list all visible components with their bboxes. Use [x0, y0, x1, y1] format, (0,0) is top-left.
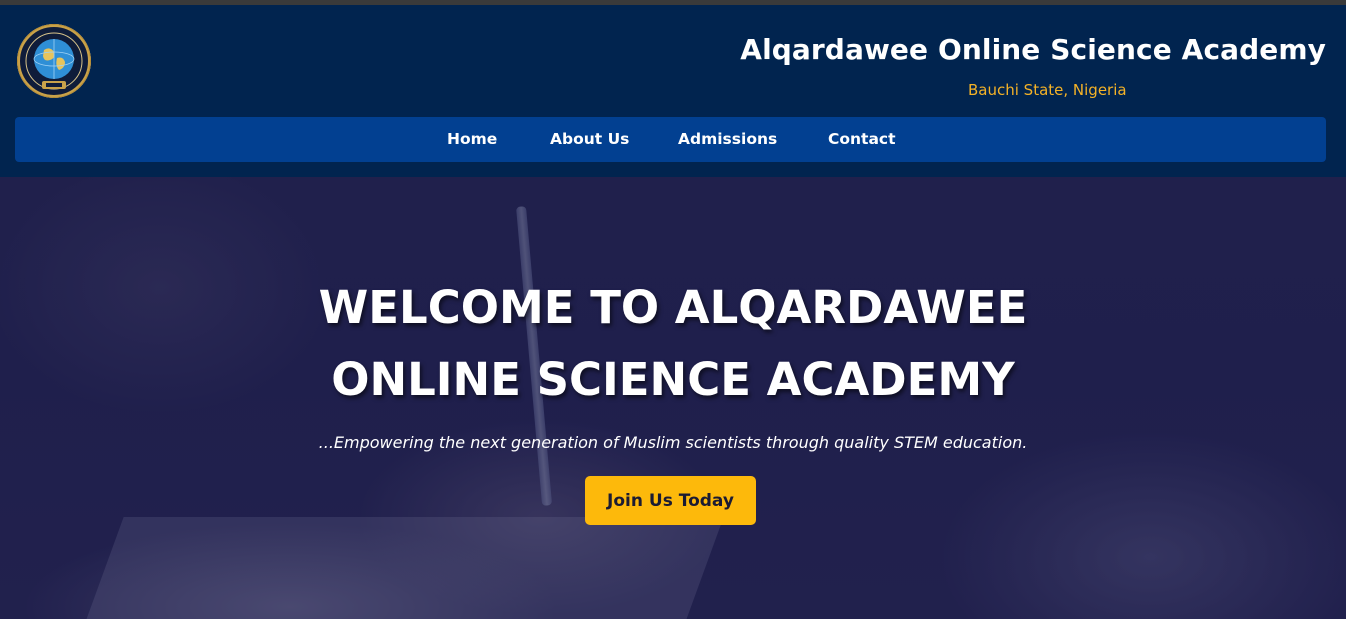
hero-tagline: ...Empowering the next generation of Mus… — [318, 433, 1028, 452]
join-us-button[interactable]: Join Us Today — [585, 476, 756, 525]
main-nav: Home About Us Admissions Contact — [15, 117, 1326, 162]
site-location: Bauchi State, Nigeria — [968, 81, 1127, 99]
nav-item-about-us[interactable]: About Us — [550, 130, 629, 148]
hero-title-line-2: ONLINE SCIENCE ACADEMY — [331, 353, 1015, 406]
hero-section: WELCOME TO ALQARDAWEE ONLINE SCIENCE ACA… — [0, 177, 1346, 619]
site-title: Alqardawee Online Science Academy — [740, 33, 1326, 66]
academy-logo[interactable] — [17, 24, 91, 98]
nav-item-admissions[interactable]: Admissions — [678, 130, 777, 148]
globe-icon — [18, 25, 90, 97]
nav-item-home[interactable]: Home — [447, 130, 497, 148]
nav-item-contact[interactable]: Contact — [828, 130, 896, 148]
hero-title-line-1: WELCOME TO ALQARDAWEE — [318, 281, 1028, 334]
site-header: Alqardawee Online Science Academy Bauchi… — [0, 5, 1346, 177]
